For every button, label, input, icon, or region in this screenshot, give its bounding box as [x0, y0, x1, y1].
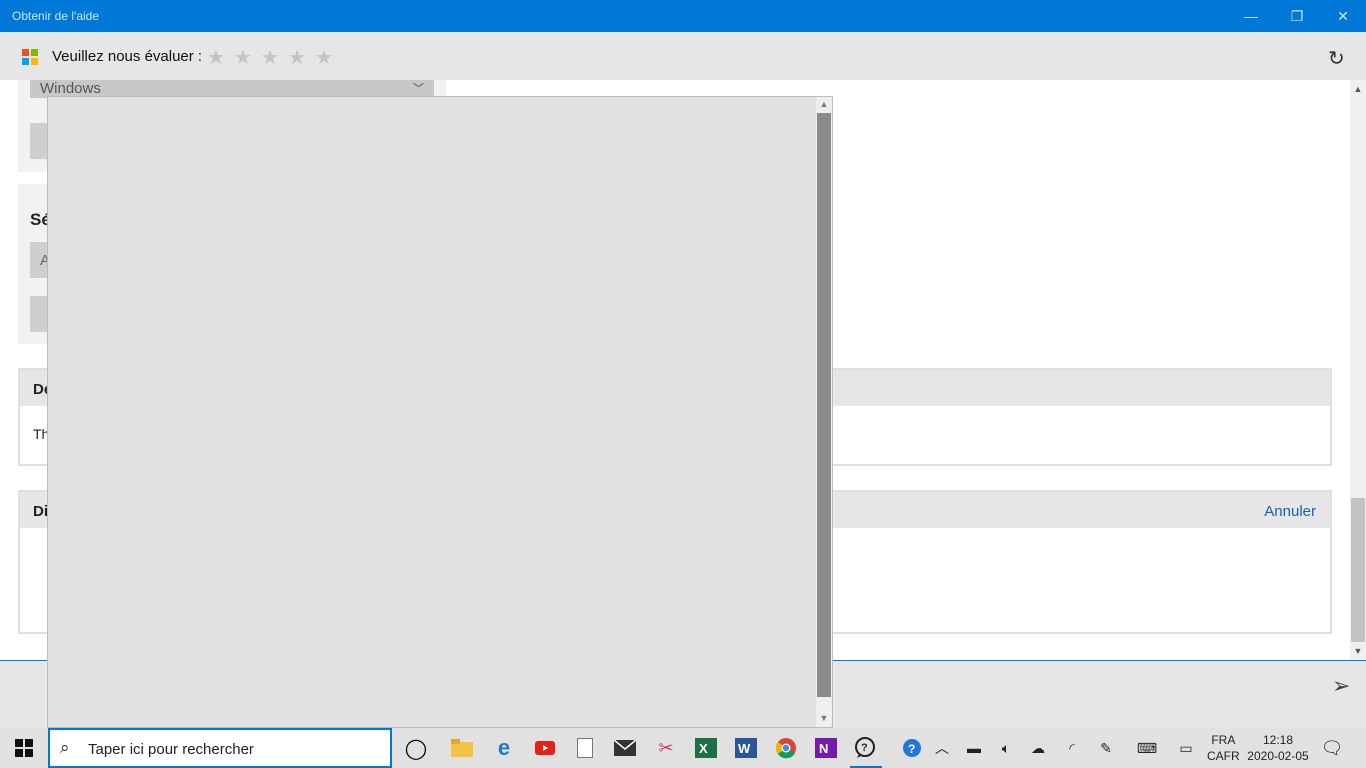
clock[interactable]: 12:18 2020-02-05 [1246, 732, 1310, 764]
refresh-icon[interactable]: ↻ [1328, 46, 1345, 71]
product-select-value: Windows [40, 80, 101, 97]
star-2-icon[interactable]: ★ [233, 45, 253, 70]
microsoft-logo-icon [22, 49, 38, 65]
star-3-icon[interactable]: ★ [260, 45, 280, 70]
search-icon: ⌕ [60, 738, 70, 757]
svg-text:N: N [819, 741, 828, 756]
title-bar: Obtenir de l'aide — ❐ ✕ [0, 0, 1366, 32]
battery-icon[interactable]: ▬ [964, 738, 984, 758]
keyboard-icon[interactable]: ⌨ [1134, 738, 1160, 758]
taskbar-search[interactable]: ⌕ [48, 728, 392, 768]
main-scrollbar[interactable]: ▲ ▼ [1350, 80, 1366, 660]
restore-button[interactable]: ❐ [1274, 0, 1320, 32]
cancel-link[interactable]: Annuler [1264, 503, 1316, 520]
scroll-up-icon[interactable]: ▲ [1350, 84, 1366, 94]
touchpad-icon[interactable]: ▭ [1176, 738, 1196, 758]
wifi-icon[interactable]: ◜ [1062, 738, 1082, 758]
search-flyout: ▲ ▼ [47, 96, 833, 728]
get-help-icon[interactable]: ? [854, 736, 878, 760]
mail-icon[interactable] [613, 736, 637, 760]
start-button[interactable] [0, 728, 48, 768]
scroll-down-icon[interactable]: ▼ [1350, 646, 1366, 656]
star-4-icon[interactable]: ★ [287, 45, 307, 70]
svg-text:W: W [738, 741, 751, 756]
chevron-up-icon[interactable]: ︿ [932, 738, 952, 758]
word-icon[interactable]: W [734, 736, 758, 760]
youtube-icon[interactable] [533, 736, 557, 760]
clock-date: 2020-02-05 [1247, 749, 1309, 763]
onenote-icon[interactable]: N [814, 736, 838, 760]
rating-stars: ★ ★ ★ ★ ★ [206, 45, 334, 70]
search-input[interactable] [88, 739, 378, 759]
discussion-heading-text: Di [33, 503, 48, 520]
taskbar: ⌕ ◯ e ✂ X W N ? ? ︿ ▬ 🔈︎ ☁︎ ◜ ✎ ⌨ ▭ FRA … [0, 728, 1366, 768]
snipping-tool-icon[interactable]: ✂ [654, 736, 678, 760]
file-explorer-icon[interactable] [450, 736, 474, 760]
chrome-icon[interactable] [774, 736, 798, 760]
rating-label: Veuillez nous évaluer : [52, 48, 203, 65]
rating-bar: Veuillez nous évaluer : ★ ★ ★ ★ ★ ↻ [0, 32, 1366, 80]
help-tray-icon[interactable]: ? [902, 738, 922, 758]
star-1-icon[interactable]: ★ [206, 45, 226, 70]
svg-text:?: ? [908, 742, 915, 756]
svg-text:?: ? [861, 742, 868, 754]
volume-icon[interactable]: 🔈︎ [996, 738, 1016, 758]
edge-icon[interactable]: e [492, 735, 516, 760]
flyout-scroll-down-icon[interactable]: ▼ [816, 713, 832, 723]
send-icon[interactable]: ➢ [1332, 673, 1350, 699]
main-scroll-thumb[interactable] [1351, 498, 1365, 642]
window-title: Obtenir de l'aide [12, 9, 100, 23]
keyboard-layout: CAFR [1207, 749, 1240, 763]
cortana-icon[interactable]: ◯ [404, 736, 428, 760]
flyout-scroll-up-icon[interactable]: ▲ [816, 99, 832, 109]
clock-time: 12:18 [1262, 733, 1294, 747]
pen-icon[interactable]: ✎ [1096, 738, 1116, 758]
language-code: FRA [1211, 733, 1236, 747]
close-button[interactable]: ✕ [1320, 0, 1366, 32]
windows-logo-icon [15, 739, 33, 757]
svg-text:X: X [699, 741, 708, 756]
notifications-icon[interactable]: 🗨︎ [1321, 738, 1344, 758]
language-indicator[interactable]: FRA CAFR [1207, 732, 1240, 764]
document-icon[interactable] [573, 736, 597, 760]
star-5-icon[interactable]: ★ [314, 45, 334, 70]
flyout-scroll-thumb[interactable] [817, 113, 831, 697]
excel-icon[interactable]: X [694, 736, 718, 760]
flyout-scrollbar[interactable]: ▲ ▼ [816, 97, 832, 727]
onedrive-icon[interactable]: ☁︎ [1028, 738, 1048, 758]
minimize-button[interactable]: — [1228, 0, 1274, 32]
